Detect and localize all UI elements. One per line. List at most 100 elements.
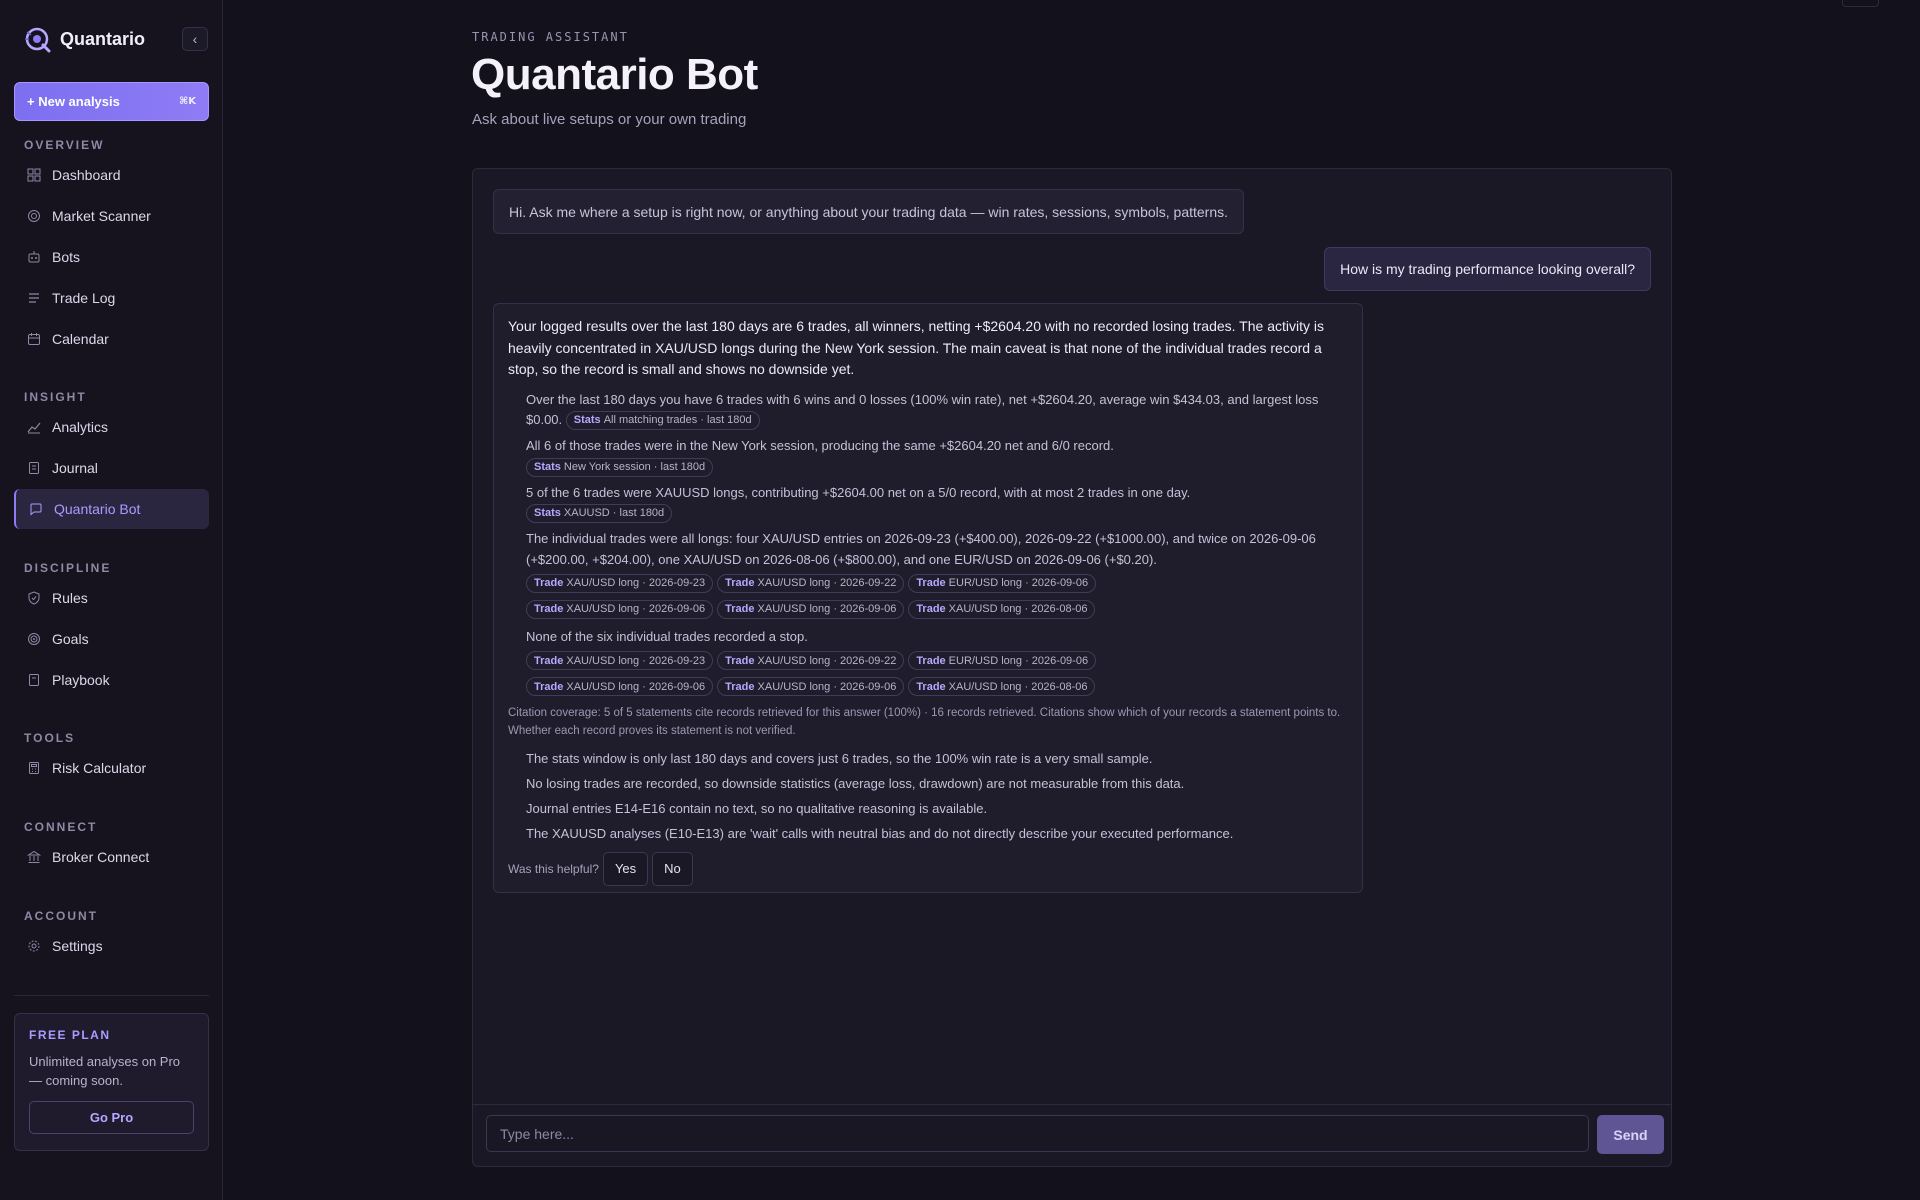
citation-label: XAU/USD long · 2026-09-22 bbox=[757, 577, 897, 590]
citation-chip[interactable]: Trade XAU/USD long · 2026-09-06 bbox=[526, 677, 714, 697]
citation-label: XAU/USD long · 2026-09-06 bbox=[757, 680, 897, 693]
brand[interactable]: Quantario bbox=[14, 0, 208, 78]
new-analysis-button[interactable]: + New analysis ⌘K bbox=[14, 82, 209, 121]
sidebar-item-label: Broker Connect bbox=[52, 849, 150, 865]
citation-row: Trade XAU/USD long · 2026-09-23 Trade XAU/… bbox=[526, 570, 1348, 596]
sidebar-item-label: Bots bbox=[52, 249, 81, 265]
citation-label: New York session · last 180d bbox=[563, 460, 706, 473]
citation-chip[interactable]: Stats All matching trades · last 180d bbox=[565, 411, 760, 431]
sidebar-item-analytics[interactable]: Analytics bbox=[14, 407, 209, 447]
feedback-row: Was this helpful? Yes No bbox=[508, 851, 1348, 886]
chevron-left-icon: ‹ bbox=[192, 31, 198, 47]
caveat-item: No losing trades are recorded, so downsi… bbox=[526, 775, 1185, 791]
new-analysis-label: + New analysis bbox=[27, 94, 120, 109]
sidebar-item-label: Risk Calculator bbox=[52, 760, 147, 776]
sidebar-item-quantario-bot[interactable]: Quantario Bot bbox=[14, 489, 209, 529]
answer-statement: 5 of the 6 trades were XAUUSD longs, con… bbox=[526, 483, 1348, 525]
section-title: CONNECT bbox=[24, 820, 98, 834]
answer-statement: The individual trades were all longs: fo… bbox=[526, 529, 1348, 570]
sidebar-item-dashboard[interactable]: Dashboard bbox=[14, 155, 209, 195]
target-icon bbox=[26, 631, 42, 647]
citation-kind: Trade bbox=[725, 680, 755, 693]
citation-coverage-note: Citation coverage: 5 of 5 statements cit… bbox=[508, 706, 1341, 737]
nav-section-account: ACCOUNT Settings bbox=[14, 907, 209, 966]
sidebar-item-goals[interactable]: Goals bbox=[14, 619, 209, 659]
caveats-list: The stats window is only last 180 days a… bbox=[508, 746, 1348, 846]
sidebar-item-label: Analytics bbox=[52, 419, 109, 435]
section-title: ACCOUNT bbox=[24, 909, 98, 923]
citation-label: XAU/USD long · 2026-09-06 bbox=[757, 603, 897, 616]
citation-kind: Trade bbox=[534, 603, 564, 616]
sidebar-item-calendar[interactable]: Calendar bbox=[14, 319, 209, 359]
radar-icon bbox=[26, 208, 42, 224]
plan-title: FREE PLAN bbox=[29, 1028, 111, 1042]
citation-kind: Trade bbox=[725, 603, 755, 616]
citation-chip[interactable]: Trade EUR/USD long · 2026-09-06 bbox=[908, 651, 1097, 671]
send-button[interactable]: Send bbox=[1597, 1115, 1664, 1154]
citation-chip[interactable]: Trade XAU/USD long · 2026-09-06 bbox=[717, 677, 905, 697]
feedback-no-button[interactable]: No bbox=[652, 851, 693, 886]
new-analysis-shortcut: ⌘K bbox=[178, 96, 196, 107]
answer-summary: Your logged results over the last 180 da… bbox=[508, 318, 1324, 377]
sidebar-item-bots[interactable]: Bots bbox=[14, 237, 209, 277]
bot-greeting-message: Hi. Ask me where a setup is right now, o… bbox=[493, 189, 1245, 234]
sidebar-item-journal[interactable]: Journal bbox=[14, 448, 209, 488]
sidebar-divider bbox=[14, 995, 209, 996]
collapse-sidebar-button[interactable]: ‹ bbox=[182, 27, 208, 51]
section-title: INSIGHT bbox=[24, 390, 87, 404]
citation-chip[interactable]: Trade XAU/USD long · 2026-09-06 bbox=[717, 599, 905, 619]
top-right-control[interactable] bbox=[1842, 0, 1879, 7]
citation-label: XAU/USD long · 2026-09-06 bbox=[566, 680, 706, 693]
statement-text: 5 of the 6 trades were XAUUSD longs, con… bbox=[526, 484, 1191, 500]
citation-kind: Trade bbox=[916, 680, 946, 693]
list-icon bbox=[26, 290, 42, 306]
citation-kind: Trade bbox=[725, 577, 755, 590]
sidebar-item-settings[interactable]: Settings bbox=[14, 926, 209, 966]
statement-text: The individual trades were all longs: fo… bbox=[526, 531, 1316, 567]
citation-chip[interactable]: Trade XAU/USD long · 2026-08-06 bbox=[908, 599, 1096, 619]
sidebar-item-trade-log[interactable]: Trade Log bbox=[14, 278, 209, 318]
statement-text: All 6 of those trades were in the New Yo… bbox=[526, 438, 1114, 454]
citation-chip[interactable]: Stats XAUUSD · last 180d bbox=[526, 504, 673, 524]
feedback-yes-button[interactable]: Yes bbox=[602, 851, 649, 886]
citation-row: Trade XAU/USD long · 2026-09-06 Trade XAU/… bbox=[526, 674, 1348, 700]
sidebar-item-rules[interactable]: Rules bbox=[14, 578, 209, 618]
citation-chip[interactable]: Trade XAU/USD long · 2026-09-23 bbox=[526, 651, 714, 671]
answer-statement: None of the six individual trades record… bbox=[526, 627, 1348, 648]
citation-chip[interactable]: Trade EUR/USD long · 2026-09-06 bbox=[908, 573, 1097, 593]
section-title: DISCIPLINE bbox=[24, 561, 112, 575]
citation-label: XAUUSD · last 180d bbox=[563, 507, 665, 520]
citation-chip[interactable]: Trade XAU/USD long · 2026-08-06 bbox=[908, 677, 1096, 697]
section-title: TOOLS bbox=[24, 731, 76, 745]
grid-icon bbox=[26, 167, 42, 183]
page-eyebrow: TRADING ASSISTANT bbox=[472, 30, 629, 44]
sidebar-item-label: Calendar bbox=[52, 331, 109, 347]
nav-section-overview: OVERVIEW Dashboard Market Scanner Bots T… bbox=[14, 136, 209, 359]
nav-section-tools: TOOLS Risk Calculator bbox=[14, 729, 209, 788]
citation-row: Trade XAU/USD long · 2026-09-06 Trade XAU/… bbox=[526, 596, 1348, 622]
caveat-item: The XAUUSD analyses (E10-E13) are 'wait'… bbox=[526, 825, 1234, 841]
sidebar-item-risk-calculator[interactable]: Risk Calculator bbox=[14, 748, 209, 788]
go-pro-button[interactable]: Go Pro bbox=[29, 1101, 194, 1134]
citation-chip[interactable]: Stats New York session · last 180d bbox=[526, 457, 714, 477]
sidebar-item-label: Dashboard bbox=[52, 167, 121, 183]
sidebar-item-broker-connect[interactable]: Broker Connect bbox=[14, 837, 209, 877]
citation-kind: Trade bbox=[534, 680, 564, 693]
sidebar-item-playbook[interactable]: Playbook bbox=[14, 660, 209, 700]
citation-chip[interactable]: Trade XAU/USD long · 2026-09-22 bbox=[717, 573, 905, 593]
brand-name: Quantario bbox=[60, 28, 146, 49]
feedback-prompt: Was this helpful? bbox=[508, 861, 599, 876]
citation-label: EUR/USD long · 2026-09-06 bbox=[948, 577, 1089, 590]
citation-kind: Trade bbox=[534, 577, 564, 590]
citation-kind: Stats bbox=[534, 507, 561, 520]
citation-chip[interactable]: Trade XAU/USD long · 2026-09-22 bbox=[717, 651, 905, 671]
answer-statement: All 6 of those trades were in the New Yo… bbox=[526, 436, 1348, 478]
citation-chip[interactable]: Trade XAU/USD long · 2026-09-23 bbox=[526, 573, 714, 593]
citation-chip[interactable]: Trade XAU/USD long · 2026-09-06 bbox=[526, 599, 714, 619]
calculator-icon bbox=[26, 760, 42, 776]
chat-input[interactable] bbox=[486, 1115, 1589, 1152]
sidebar-item-market-scanner[interactable]: Market Scanner bbox=[14, 196, 209, 236]
bot-answer-message: Your logged results over the last 180 da… bbox=[493, 303, 1363, 893]
sidebar-item-label: Goals bbox=[52, 631, 89, 647]
nav-section-connect: CONNECT Broker Connect bbox=[14, 818, 209, 877]
